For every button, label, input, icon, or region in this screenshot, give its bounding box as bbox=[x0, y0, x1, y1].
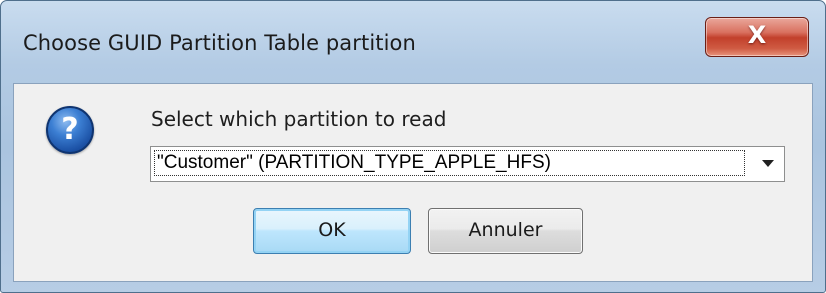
question-icon: ? bbox=[46, 106, 94, 154]
cancel-button[interactable]: Annuler bbox=[428, 208, 583, 254]
ok-button[interactable]: OK bbox=[253, 208, 411, 254]
dialog-window: Choose GUID Partition Table partition X … bbox=[0, 0, 826, 293]
close-icon: X bbox=[747, 21, 767, 49]
question-mark-glyph: ? bbox=[61, 112, 79, 147]
partition-select[interactable]: "Customer" (PARTITION_TYPE_APPLE_HFS) bbox=[150, 146, 785, 182]
window-title: Choose GUID Partition Table partition bbox=[23, 31, 416, 55]
close-button[interactable]: X bbox=[705, 17, 809, 57]
partition-select-value: "Customer" (PARTITION_TYPE_APPLE_HFS) bbox=[154, 150, 745, 176]
prompt-label: Select which partition to read bbox=[151, 107, 447, 131]
chevron-down-icon[interactable] bbox=[762, 160, 774, 167]
